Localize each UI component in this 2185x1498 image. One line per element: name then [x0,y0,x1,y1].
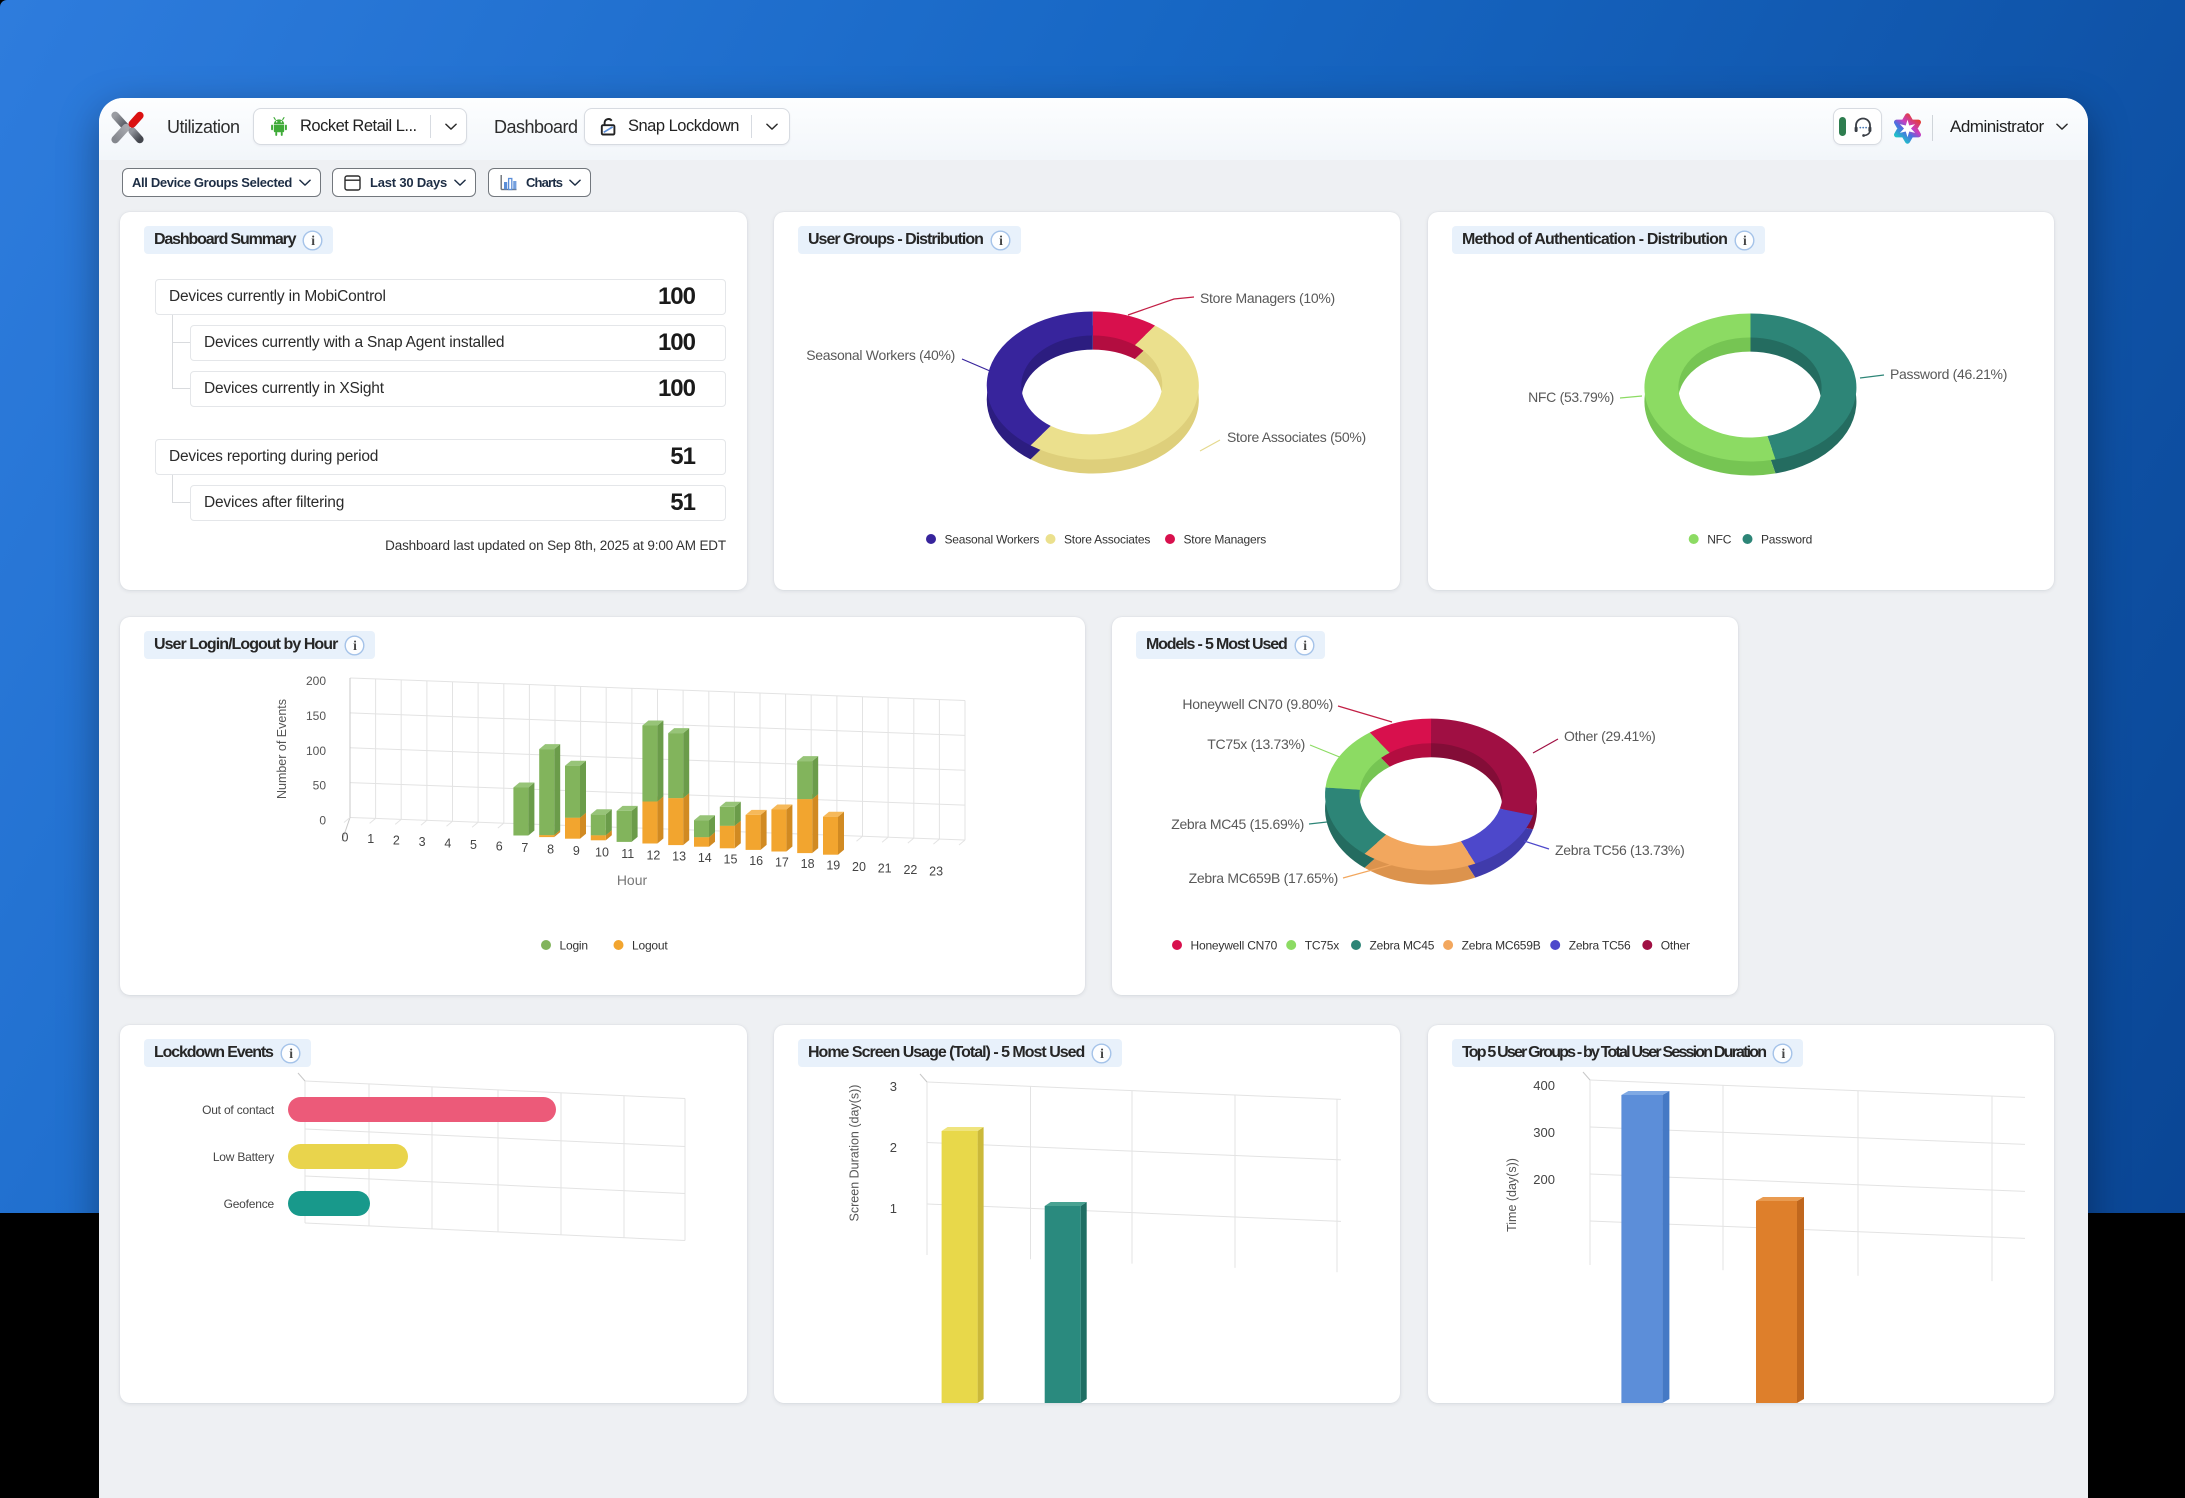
svg-text:Low Battery: Low Battery [213,1150,274,1164]
svg-text:0: 0 [342,831,349,845]
svg-text:14: 14 [698,851,712,865]
svg-text:200: 200 [306,674,326,688]
svg-text:23: 23 [929,865,943,879]
svg-text:Screen Duration (day(s)): Screen Duration (day(s)) [848,1085,862,1222]
svg-text:300: 300 [1533,1125,1555,1140]
svg-text:Honeywell CN70 (9.80%): Honeywell CN70 (9.80%) [1182,696,1333,712]
svg-text:Hour: Hour [617,872,648,888]
svg-text:Password: Password [1761,532,1812,546]
svg-text:Store Managers (10%): Store Managers (10%) [1200,290,1335,306]
svg-text:21: 21 [878,862,892,876]
svg-text:Number of Events: Number of Events [275,699,289,799]
svg-text:Honeywell CN70: Honeywell CN70 [1191,938,1278,952]
svg-text:Zebra MC659B: Zebra MC659B [1462,938,1541,952]
svg-text:100: 100 [306,744,326,758]
svg-text:TC75x (13.73%): TC75x (13.73%) [1207,736,1305,752]
svg-text:22: 22 [903,863,917,877]
svg-text:Store Associates (50%): Store Associates (50%) [1227,429,1366,445]
svg-text:Other: Other [1661,938,1690,952]
svg-text:10: 10 [595,845,609,859]
svg-text:Zebra TC56: Zebra TC56 [1569,938,1631,952]
svg-text:1: 1 [890,1201,897,1216]
svg-text:18: 18 [801,857,815,871]
svg-text:NFC: NFC [1707,532,1732,546]
svg-text:50: 50 [313,779,327,793]
svg-text:Time (day(s)): Time (day(s)) [1505,1158,1519,1232]
svg-text:19: 19 [826,859,840,873]
svg-text:2: 2 [393,834,400,848]
svg-text:Store Associates: Store Associates [1064,532,1150,546]
svg-text:NFC (53.79%): NFC (53.79%) [1528,389,1614,405]
svg-text:6: 6 [496,839,503,853]
svg-text:3: 3 [419,835,426,849]
svg-text:Out of contact: Out of contact [202,1103,275,1117]
svg-text:5: 5 [470,838,477,852]
svg-text:Zebra MC45: Zebra MC45 [1370,938,1435,952]
svg-text:12: 12 [646,848,660,862]
svg-text:11: 11 [621,847,634,861]
svg-text:Password (46.21%): Password (46.21%) [1890,366,2007,382]
svg-text:Store Managers: Store Managers [1184,532,1267,546]
svg-text:17: 17 [775,856,789,870]
svg-text:Other (29.41%): Other (29.41%) [1564,728,1656,744]
svg-text:Logout: Logout [632,938,668,952]
svg-text:TC75x: TC75x [1305,938,1340,952]
svg-text:200: 200 [1533,1172,1555,1187]
svg-text:Zebra MC45 (15.69%): Zebra MC45 (15.69%) [1171,816,1304,832]
svg-text:15: 15 [724,853,738,867]
svg-text:Seasonal Workers: Seasonal Workers [945,532,1040,546]
svg-text:13: 13 [672,850,686,864]
svg-text:Zebra TC56 (13.73%): Zebra TC56 (13.73%) [1555,842,1684,858]
svg-text:2: 2 [890,1140,897,1155]
svg-text:400: 400 [1533,1078,1555,1093]
svg-text:9: 9 [573,844,580,858]
svg-text:Login: Login [560,938,588,952]
svg-text:16: 16 [749,854,763,868]
svg-text:3: 3 [890,1079,897,1094]
svg-text:Seasonal Workers (40%): Seasonal Workers (40%) [806,347,955,363]
svg-text:0: 0 [319,814,326,828]
svg-text:7: 7 [521,841,528,855]
svg-text:4: 4 [444,836,451,850]
svg-text:20: 20 [852,860,866,874]
svg-text:8: 8 [547,842,554,856]
svg-text:1: 1 [367,832,374,846]
svg-text:Geofence: Geofence [224,1197,275,1211]
svg-text:Zebra MC659B (17.65%): Zebra MC659B (17.65%) [1189,870,1338,886]
svg-text:150: 150 [306,709,326,723]
